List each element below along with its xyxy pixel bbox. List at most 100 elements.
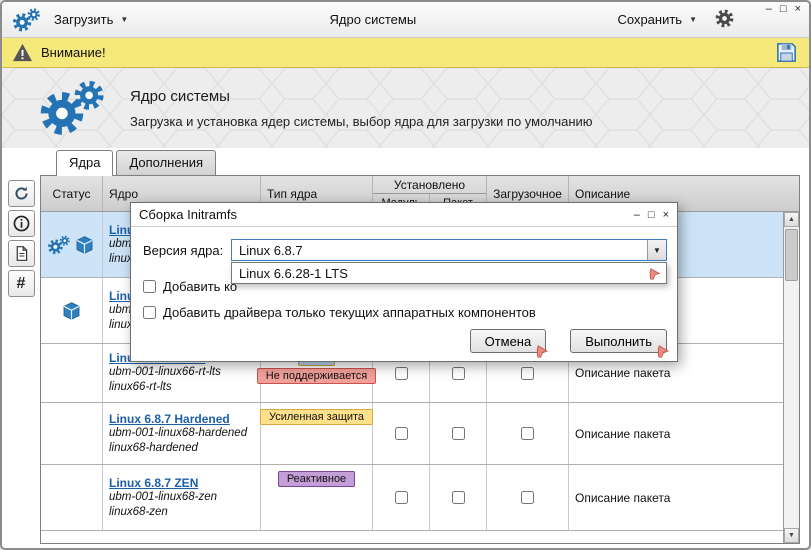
- kernel-cell: Linux 6.8.7 ZEN ubm-001-linux68-zen linu…: [103, 465, 261, 530]
- settings-button[interactable]: [711, 7, 737, 33]
- bootable-cell: [487, 465, 569, 530]
- description-text: Описание пакета: [575, 491, 670, 505]
- vertical-scrollbar[interactable]: ▲ ▼: [783, 212, 799, 543]
- kernel-type-badge: Усиленная защита: [260, 409, 373, 425]
- window-controls: – □ ×: [766, 3, 801, 16]
- status-cell: [41, 465, 103, 530]
- package-installed-cell: [430, 403, 487, 464]
- maximize-button[interactable]: □: [780, 3, 787, 16]
- tab-bar: Ядра Дополнения: [40, 148, 800, 175]
- package-checkbox[interactable]: [452, 491, 465, 504]
- gear-icon: [715, 9, 734, 28]
- click-marker-icon: [656, 343, 671, 358]
- scroll-up-button[interactable]: ▲: [784, 212, 799, 227]
- col-status: Статус: [41, 176, 103, 211]
- description-cell: Описание пакета: [569, 403, 783, 464]
- load-menu-button[interactable]: Загрузить ▼: [48, 8, 134, 31]
- kernel-cell: Linux 6.8.7 Hardened ubm-001-linux68-har…: [103, 403, 261, 464]
- package-status-icon: [60, 301, 83, 321]
- description-text: Описание пакета: [575, 366, 670, 380]
- tab-kernels[interactable]: Ядра: [56, 150, 113, 176]
- hash-button[interactable]: #: [8, 270, 35, 297]
- page-title: Ядро системы: [130, 88, 593, 105]
- add-config-checkbox[interactable]: Добавить ко: [143, 279, 237, 294]
- combobox-option-label: Linux 6.6.28-1 LTS: [239, 266, 348, 281]
- module-installed-cell: [373, 465, 430, 530]
- chevron-down-icon: ▼: [120, 15, 128, 24]
- module-installed-cell: [373, 403, 430, 464]
- status-cell: [41, 403, 103, 464]
- kernel-version-label: Версия ядра:: [143, 243, 223, 258]
- add-drivers-checkbox-input[interactable]: [143, 306, 156, 319]
- kernel-type-cell: Усиленная защита: [261, 403, 373, 464]
- module-checkbox[interactable]: [395, 367, 408, 380]
- gears-status-icon: [47, 235, 70, 255]
- combobox-option[interactable]: Linux 6.6.28-1 LTS: [232, 263, 666, 283]
- kernel-link[interactable]: Linux 6.8.7 ZEN: [109, 476, 198, 490]
- info-icon: [13, 215, 30, 232]
- add-config-checkbox-input[interactable]: [143, 280, 156, 293]
- dialog-titlebar[interactable]: Сборка Initramfs – □ ×: [131, 203, 677, 227]
- close-button[interactable]: ×: [795, 3, 801, 16]
- kernel-id: linux68-hardened: [109, 441, 256, 456]
- app-logo-gears-icon: [12, 7, 40, 33]
- col-installed: Установлено: [373, 176, 486, 194]
- package-status-icon: [73, 235, 96, 255]
- module-checkbox[interactable]: [395, 427, 408, 440]
- description-cell: Описание пакета: [569, 465, 783, 530]
- package-checkbox[interactable]: [452, 367, 465, 380]
- dialog-maximize-button[interactable]: □: [648, 209, 655, 221]
- left-toolbar: #: [2, 148, 40, 548]
- document-icon: [13, 245, 30, 262]
- page-header: Ядро системы Загрузка и установка ядер с…: [2, 68, 809, 148]
- kernel-link[interactable]: Linux 6.8.7 Hardened: [109, 412, 230, 426]
- window-titlebar[interactable]: Загрузить ▼ Ядро системы Сохранить ▼ – □…: [2, 2, 809, 38]
- scrollbar-track[interactable]: [784, 227, 799, 528]
- bootable-cell: [487, 403, 569, 464]
- save-changes-button[interactable]: [773, 41, 799, 65]
- save-menu-button[interactable]: Сохранить ▼: [611, 8, 703, 31]
- dialog-minimize-button[interactable]: –: [634, 209, 640, 221]
- package-checkbox[interactable]: [452, 427, 465, 440]
- combobox-popup: Linux 6.6.28-1 LTS: [231, 262, 667, 284]
- kernel-version-combobox[interactable]: Linux 6.8.7 ▼: [231, 239, 667, 261]
- package-installed-cell: [430, 465, 487, 530]
- chevron-down-icon: ▼: [689, 15, 697, 24]
- click-marker-icon: [535, 343, 550, 358]
- page-subtitle: Загрузка и установка ядер системы, выбор…: [130, 114, 593, 129]
- kernel-package-name: ubm-001-linux66-rt-lts: [109, 365, 256, 380]
- description-text: Описание пакета: [575, 427, 670, 441]
- module-checkbox[interactable]: [395, 491, 408, 504]
- run-button[interactable]: Выполнить: [570, 329, 667, 353]
- add-config-label: Добавить ко: [163, 279, 237, 294]
- initramfs-dialog: Сборка Initramfs – □ × Версия ядра: Linu…: [130, 202, 678, 362]
- warning-bar: Внимание!: [2, 38, 809, 68]
- cancel-button[interactable]: Отмена: [470, 329, 547, 353]
- table-row[interactable]: Linux 6.8.7 Hardened ubm-001-linux68-har…: [41, 403, 783, 465]
- refresh-button[interactable]: [8, 180, 35, 207]
- tab-addons[interactable]: Дополнения: [116, 150, 216, 175]
- table-row[interactable]: Linux 6.8.7 ZEN ubm-001-linux68-zen linu…: [41, 465, 783, 531]
- hash-icon: #: [17, 275, 26, 293]
- kernel-package-name: ubm-001-linux68-zen: [109, 490, 256, 505]
- bootable-checkbox[interactable]: [521, 491, 534, 504]
- kernel-type-badge: Реактивное: [278, 471, 355, 487]
- kernel-type-cell: Реактивное: [261, 465, 373, 530]
- dialog-window-controls: – □ ×: [634, 209, 669, 221]
- kernel-type-badge: Не поддерживается: [257, 368, 377, 384]
- scrollbar-thumb[interactable]: [785, 229, 798, 281]
- chevron-down-icon: ▼: [653, 246, 661, 255]
- dialog-close-button[interactable]: ×: [663, 209, 669, 221]
- load-menu-label: Загрузить: [54, 12, 113, 27]
- bootable-checkbox[interactable]: [521, 427, 534, 440]
- click-marker-icon: [648, 266, 662, 280]
- kernel-id: linux68-zen: [109, 505, 256, 520]
- refresh-icon: [13, 185, 30, 202]
- combobox-dropdown-button[interactable]: ▼: [647, 240, 666, 260]
- report-button[interactable]: [8, 240, 35, 267]
- minimize-button[interactable]: –: [766, 3, 772, 16]
- bootable-checkbox[interactable]: [521, 367, 534, 380]
- scroll-down-button[interactable]: ▼: [784, 528, 799, 543]
- info-button[interactable]: [8, 210, 35, 237]
- add-drivers-checkbox[interactable]: Добавить драйвера только текущих аппарат…: [143, 305, 536, 320]
